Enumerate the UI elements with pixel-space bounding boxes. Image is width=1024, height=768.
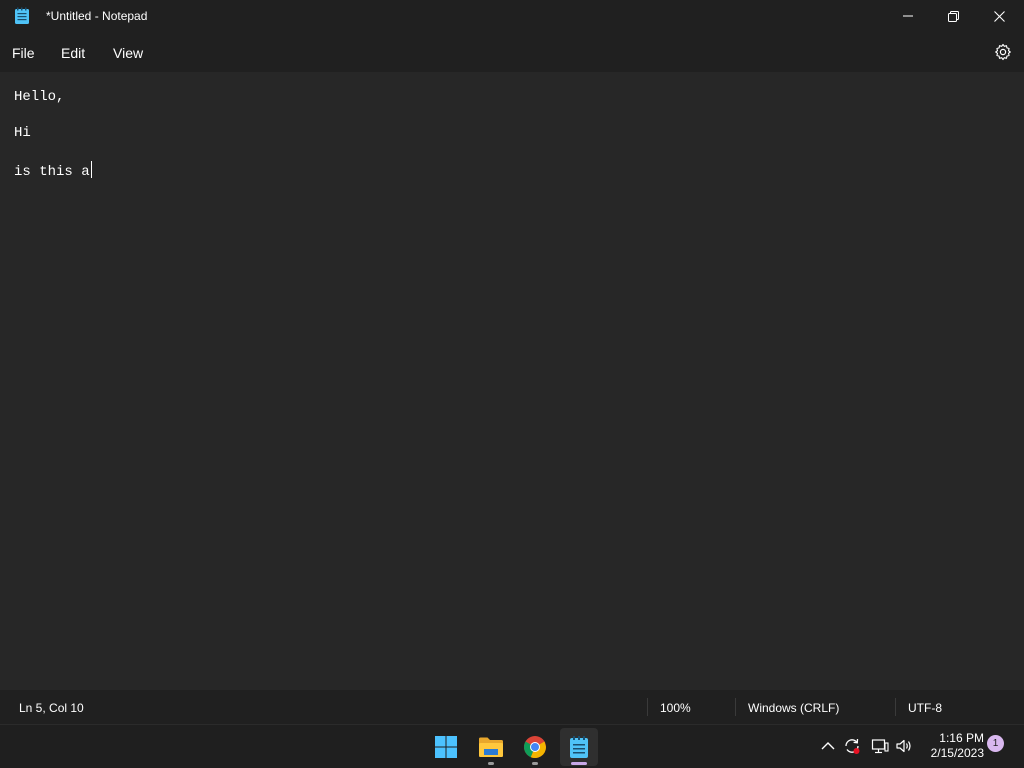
- file-explorer-button[interactable]: [472, 728, 510, 766]
- minimize-button[interactable]: [885, 0, 931, 32]
- text-caret: [90, 161, 92, 178]
- zoom-level: 100%: [660, 701, 691, 715]
- clock[interactable]: 1:16 PM 2/15/2023: [920, 731, 984, 761]
- taskbar: 1:16 PM 2/15/2023: [0, 724, 1024, 768]
- network-icon: [871, 739, 889, 754]
- windows-start-icon: [435, 736, 457, 758]
- menu-file[interactable]: File: [12, 45, 35, 61]
- notification-badge[interactable]: 1: [987, 735, 1004, 752]
- chevron-up-icon: [821, 742, 835, 750]
- chrome-button[interactable]: [516, 728, 554, 766]
- editor-line: Hi: [14, 125, 31, 141]
- chrome-icon: [524, 736, 547, 759]
- notepad-icon: [570, 736, 588, 758]
- restore-icon: [947, 10, 959, 22]
- start-button[interactable]: [427, 728, 465, 766]
- menu-edit[interactable]: Edit: [61, 45, 85, 61]
- line-ending: Windows (CRLF): [748, 701, 840, 715]
- status-separator: [647, 698, 648, 716]
- sync-icon: [845, 738, 860, 754]
- show-hidden-icons-button[interactable]: [819, 737, 837, 755]
- folder-icon: [479, 737, 503, 757]
- notepad-taskbar-button[interactable]: [560, 728, 598, 766]
- window-title: *Untitled - Notepad: [46, 9, 148, 23]
- status-bar: Ln 5, Col 10 100% Windows (CRLF) UTF-8: [0, 690, 1024, 724]
- status-separator: [895, 698, 896, 716]
- editor-line: is this a: [14, 161, 92, 180]
- restore-button[interactable]: [930, 0, 976, 32]
- title-bar: *Untitled - Notepad: [0, 0, 1024, 32]
- editor-line-text: is this a: [14, 164, 90, 180]
- close-button[interactable]: [976, 0, 1022, 32]
- volume-button[interactable]: [895, 737, 913, 755]
- text-editor[interactable]: Hello, Hi is this a: [0, 72, 1024, 690]
- sync-status-button[interactable]: [843, 737, 861, 755]
- settings-gear-icon[interactable]: [994, 43, 1012, 61]
- network-button[interactable]: [871, 737, 889, 755]
- menu-view[interactable]: View: [113, 45, 143, 61]
- clock-time: 1:16 PM: [939, 731, 984, 745]
- editor-line: Hello,: [14, 89, 65, 105]
- encoding: UTF-8: [908, 701, 942, 715]
- volume-icon: [896, 739, 911, 753]
- running-indicator: [488, 762, 494, 765]
- minimize-icon: [903, 15, 913, 17]
- menu-bar: File Edit View: [0, 34, 1024, 72]
- clock-date: 2/15/2023: [930, 746, 984, 760]
- notepad-app-icon: [15, 7, 29, 24]
- close-icon: [993, 10, 1005, 22]
- status-separator: [735, 698, 736, 716]
- cursor-position: Ln 5, Col 10: [19, 701, 84, 715]
- active-indicator: [571, 762, 587, 765]
- running-indicator: [532, 762, 538, 765]
